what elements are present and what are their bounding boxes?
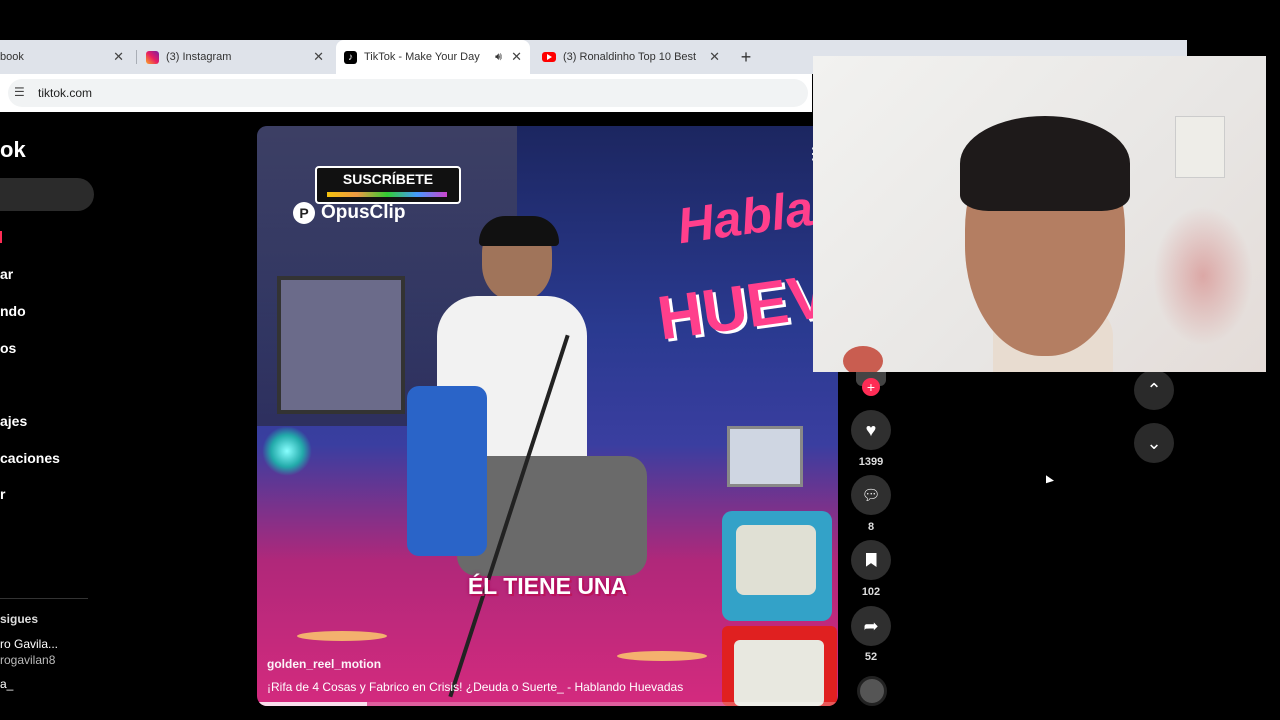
chevron-down-icon: ⌄: [1146, 432, 1162, 453]
new-tab-button[interactable]: +: [734, 40, 758, 74]
tab-youtube[interactable]: (3) Ronaldinho Top 10 Best Goa ✕: [534, 40, 728, 74]
following-account-name[interactable]: a_: [0, 677, 13, 691]
tv-prop-red: [722, 626, 837, 706]
heart-icon: ♥: [865, 419, 877, 440]
mouse-cursor-icon: [1046, 475, 1054, 489]
webcam-overlay: [813, 56, 1266, 372]
comment-icon: 💬︎: [861, 487, 881, 504]
video-light: [262, 426, 312, 476]
tab-instagram[interactable]: (3) Instagram ✕: [140, 40, 332, 74]
close-icon[interactable]: ✕: [313, 49, 324, 65]
video-author[interactable]: golden_reel_motion: [267, 657, 381, 671]
prop-box: [727, 426, 803, 487]
tiktok-logo[interactable]: ok: [0, 137, 26, 163]
like-button[interactable]: ♥: [851, 410, 891, 450]
sidebar-item-explore[interactable]: ar: [0, 266, 13, 282]
comment-button[interactable]: 💬︎: [851, 475, 891, 515]
video-description: ¡Rifa de 4 Cosas y Fabrico en Crisis! ¿D…: [267, 680, 684, 694]
tiktok-icon: ♪: [344, 50, 357, 64]
progress-fill: [257, 702, 368, 706]
tab-facebook[interactable]: book ✕: [0, 40, 132, 74]
search-input[interactable]: [0, 178, 94, 211]
like-count: 1399: [858, 456, 884, 468]
next-video-button[interactable]: ⌄: [1134, 423, 1174, 463]
youtube-icon: [542, 52, 556, 62]
video-player[interactable]: SUSCRÍBETE P OpusClip Hablan HUEVAD ÉL T…: [257, 126, 838, 706]
divider: [0, 598, 88, 599]
tab-tiktok[interactable]: ♪ TikTok - Make Your Day 🔊︎ ✕: [336, 40, 530, 74]
tab-label: TikTok - Make Your Day: [364, 51, 480, 63]
floor-light: [617, 651, 707, 661]
sidebar-item-friends[interactable]: os: [0, 340, 16, 356]
instagram-icon: [146, 50, 159, 64]
sidebar-item-following[interactable]: ndo: [0, 303, 26, 319]
tab-divider: [136, 50, 137, 64]
subscribe-overlay: SUSCRÍBETE: [315, 166, 461, 204]
person-hair: [960, 116, 1130, 211]
share-icon: ➦: [863, 615, 879, 636]
tv-screen: [734, 640, 824, 706]
opusclip-watermark: P OpusClip: [293, 202, 405, 224]
opusclip-text: OpusClip: [321, 202, 406, 223]
share-button[interactable]: ➦: [851, 606, 891, 646]
speaker-icon[interactable]: 🔊︎: [495, 51, 502, 64]
floor-light: [297, 631, 387, 641]
following-account-name[interactable]: ro Gavila...: [0, 637, 58, 651]
sidebar-item-upload[interactable]: r: [0, 486, 5, 502]
close-icon[interactable]: ✕: [709, 49, 720, 65]
url-text: tiktok.com: [38, 86, 93, 100]
video-poster: [277, 276, 405, 414]
color-stripe: [327, 192, 447, 197]
wall-switch: [1175, 116, 1225, 178]
share-count: 52: [864, 651, 878, 663]
subscribe-text: SUSCRÍBETE: [342, 171, 434, 187]
red-stain: [843, 346, 883, 372]
close-icon[interactable]: ✕: [113, 49, 124, 65]
url-field[interactable]: ☰ tiktok.com: [8, 79, 808, 107]
music-disc-icon[interactable]: [857, 676, 887, 706]
bookmark-icon: [865, 553, 877, 567]
opusclip-icon: P: [293, 202, 315, 224]
previous-video-button[interactable]: ⌃: [1134, 370, 1174, 410]
save-count: 102: [861, 586, 881, 598]
sign-bottom: HUEVAD: [653, 249, 838, 354]
save-button[interactable]: [851, 540, 891, 580]
site-settings-icon[interactable]: ☰: [14, 85, 25, 99]
for-you-indicator: [0, 231, 2, 243]
progress-bar[interactable]: [257, 702, 838, 706]
sidebar-item-messages[interactable]: ajes: [0, 413, 27, 429]
red-marks: [1153, 206, 1253, 346]
sidebar-item-activity[interactable]: caciones: [0, 450, 60, 466]
chevron-up-icon: ⌃: [1146, 379, 1162, 400]
follow-plus-icon[interactable]: +: [862, 378, 880, 396]
tab-label: (3) Ronaldinho Top 10 Best Goa: [563, 51, 698, 63]
tab-label: book: [0, 51, 24, 63]
video-caption: ÉL TIENE UNA: [467, 573, 628, 599]
tab-label: (3) Instagram: [166, 51, 232, 63]
close-icon[interactable]: ✕: [511, 49, 522, 65]
following-account-handle[interactable]: rogavilan8: [0, 653, 55, 667]
comment-count: 8: [867, 521, 875, 533]
tv-prop: [722, 511, 832, 621]
following-header: sigues: [0, 612, 39, 626]
chair: [407, 386, 487, 556]
person-cap: [479, 216, 559, 246]
